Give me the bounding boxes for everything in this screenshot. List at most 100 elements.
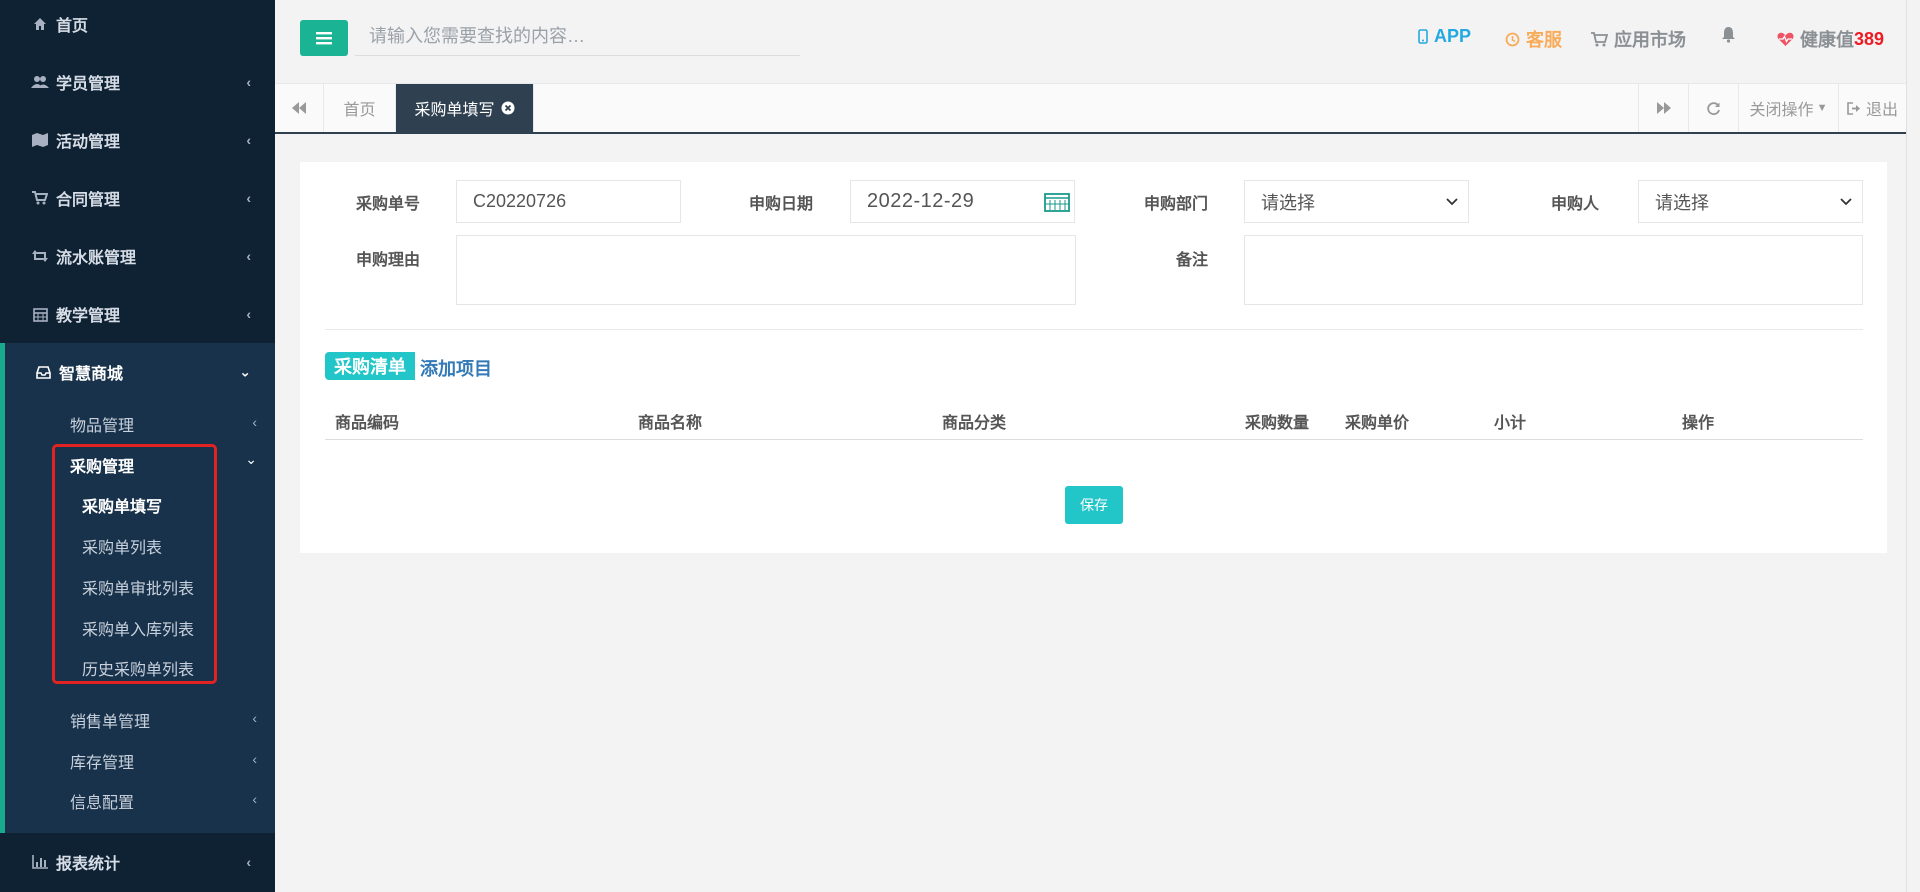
search-input[interactable] bbox=[355, 18, 800, 56]
chevron-down-icon: ⌄ bbox=[239, 363, 251, 380]
order-no-input[interactable]: C20220726 bbox=[456, 180, 681, 223]
chevron-down-icon bbox=[1840, 197, 1852, 205]
purchase-list-badge: 采购清单 bbox=[325, 352, 415, 380]
col-header-category: 商品分类 bbox=[942, 415, 1007, 432]
nav-stock-label: 库存管理 bbox=[70, 755, 135, 772]
health-link[interactable]: 健康值 389 bbox=[1777, 26, 1884, 52]
close-circle-icon[interactable] bbox=[501, 101, 515, 115]
app-link-label: APP bbox=[1434, 26, 1472, 46]
chevron-left-icon: ‹ bbox=[252, 710, 257, 726]
nav-ledger-label: 流水账管理 bbox=[56, 250, 137, 267]
cart-icon bbox=[30, 191, 50, 205]
person-select[interactable]: 请选择 bbox=[1638, 180, 1863, 223]
date-input[interactable]: 2022-12-29 bbox=[850, 180, 1075, 223]
nav-info-label: 信息配置 bbox=[70, 795, 135, 812]
chevron-left-icon: ‹ bbox=[246, 190, 251, 206]
market-link[interactable]: 应用市场 bbox=[1591, 26, 1686, 52]
cart-icon bbox=[1591, 31, 1608, 46]
close-ops-dropdown[interactable]: 关闭操作 ▼ bbox=[1738, 84, 1838, 132]
close-ops-label: 关闭操作 bbox=[1749, 102, 1814, 119]
person-label: 申购人 bbox=[1550, 196, 1599, 213]
chevron-left-icon: ‹ bbox=[246, 132, 251, 148]
chevron-left-icon: ‹ bbox=[246, 74, 251, 90]
chevron-left-icon: ‹ bbox=[246, 854, 251, 870]
notifications-button[interactable] bbox=[1721, 26, 1736, 43]
col-header-actions: 操作 bbox=[1682, 415, 1715, 432]
health-label: 健康值 bbox=[1800, 30, 1854, 50]
chevron-down-icon bbox=[1446, 197, 1458, 205]
nav-ledger[interactable]: 流水账管理 ‹ bbox=[0, 227, 275, 285]
service-link[interactable]: 客服 bbox=[1505, 26, 1562, 52]
logout-label: 退出 bbox=[1865, 102, 1898, 119]
nav-students[interactable]: 学员管理 ‹ bbox=[0, 53, 275, 111]
tab-scroll-left-button[interactable] bbox=[275, 84, 324, 132]
dept-label: 申购部门 bbox=[1143, 196, 1208, 213]
nav-mall-label: 智慧商城 bbox=[59, 366, 124, 383]
forward-icon bbox=[1656, 102, 1671, 114]
home-icon bbox=[30, 17, 50, 31]
col-header-price: 采购单价 bbox=[1345, 415, 1410, 432]
calendar-icon[interactable] bbox=[1044, 192, 1070, 212]
divider bbox=[325, 329, 1863, 330]
dept-value: 请选择 bbox=[1261, 192, 1315, 213]
date-value: 2022-12-29 bbox=[867, 190, 975, 212]
nav-info[interactable]: 信息配置 bbox=[70, 789, 134, 813]
inbox-icon bbox=[33, 365, 53, 379]
nav-students-label: 学员管理 bbox=[56, 76, 121, 93]
nav-teaching-label: 教学管理 bbox=[56, 308, 121, 325]
tab-home[interactable]: 首页 bbox=[324, 84, 396, 132]
page-scrollbar[interactable] bbox=[1906, 0, 1920, 892]
clock-icon bbox=[1505, 32, 1520, 46]
nav-home[interactable]: 首页 bbox=[0, 0, 275, 48]
users-icon bbox=[30, 75, 50, 89]
save-button[interactable]: 保存 bbox=[1065, 486, 1123, 524]
nav-mall[interactable]: 智慧商城 ⌄ bbox=[0, 343, 275, 401]
dept-select[interactable]: 请选择 bbox=[1244, 180, 1469, 223]
order-no-value: C20220726 bbox=[473, 191, 567, 211]
chevron-left-icon: ‹ bbox=[252, 414, 257, 430]
person-value: 请选择 bbox=[1655, 192, 1709, 213]
nav-home-label: 首页 bbox=[56, 18, 89, 35]
retweet-icon bbox=[30, 249, 50, 263]
menu-toggle-button[interactable] bbox=[300, 20, 348, 56]
map-icon bbox=[30, 133, 50, 147]
nav-contracts[interactable]: 合同管理 ‹ bbox=[0, 169, 275, 227]
bell-icon bbox=[1722, 27, 1735, 43]
tab-purchase-fill[interactable]: 采购单填写 bbox=[396, 84, 534, 132]
note-textarea[interactable] bbox=[1244, 235, 1863, 305]
table-header-border bbox=[325, 439, 1863, 440]
market-link-label: 应用市场 bbox=[1614, 30, 1686, 50]
nav-teaching[interactable]: 教学管理 ‹ bbox=[0, 285, 275, 343]
reason-label: 申购理由 bbox=[355, 252, 420, 269]
nav-contracts-label: 合同管理 bbox=[56, 192, 121, 209]
app-link[interactable]: APP bbox=[1418, 26, 1471, 47]
nav-goods[interactable]: 物品管理 bbox=[70, 412, 134, 436]
reason-textarea[interactable] bbox=[456, 235, 1076, 305]
logout-button[interactable]: 退出 bbox=[1838, 84, 1906, 132]
refresh-button[interactable] bbox=[1688, 84, 1738, 132]
nav-goods-label: 物品管理 bbox=[70, 418, 135, 435]
note-label: 备注 bbox=[1175, 252, 1208, 269]
chevron-left-icon: ‹ bbox=[246, 248, 251, 264]
tab-scroll-right-button[interactable] bbox=[1638, 84, 1688, 132]
order-no-label: 采购单号 bbox=[355, 196, 420, 213]
sidebar: 首页 学员管理 ‹ 活动管理 ‹ 合同管理 ‹ 流水账管理 ‹ 教学管理 ‹ 智… bbox=[0, 0, 275, 892]
chevron-left-icon: ‹ bbox=[252, 751, 257, 767]
add-item-link[interactable]: 添加项目 bbox=[420, 355, 492, 381]
chevron-left-icon: ‹ bbox=[252, 791, 257, 807]
bars-icon bbox=[316, 32, 332, 45]
page-tabs: 首页 采购单填写 关闭操作 ▼ 退出 bbox=[275, 84, 1920, 134]
nav-sales[interactable]: 销售单管理 bbox=[70, 708, 150, 732]
caret-down-icon: ▼ bbox=[1816, 102, 1828, 114]
nav-stock[interactable]: 库存管理 bbox=[70, 749, 134, 773]
nav-sales-label: 销售单管理 bbox=[70, 714, 151, 731]
mobile-icon bbox=[1418, 29, 1428, 44]
bar-chart-icon bbox=[30, 855, 50, 869]
nav-activities[interactable]: 活动管理 ‹ bbox=[0, 111, 275, 169]
refresh-icon bbox=[1707, 101, 1720, 115]
nav-reports[interactable]: 报表统计 ‹ bbox=[0, 833, 275, 891]
health-value: 389 bbox=[1854, 28, 1885, 49]
nav-reports-label: 报表统计 bbox=[56, 856, 121, 873]
chevron-left-icon: ‹ bbox=[246, 306, 251, 322]
purchase-form-panel: 采购单号 C20220726 申购日期 2022-12-29 申购部门 请选择 … bbox=[300, 162, 1887, 553]
